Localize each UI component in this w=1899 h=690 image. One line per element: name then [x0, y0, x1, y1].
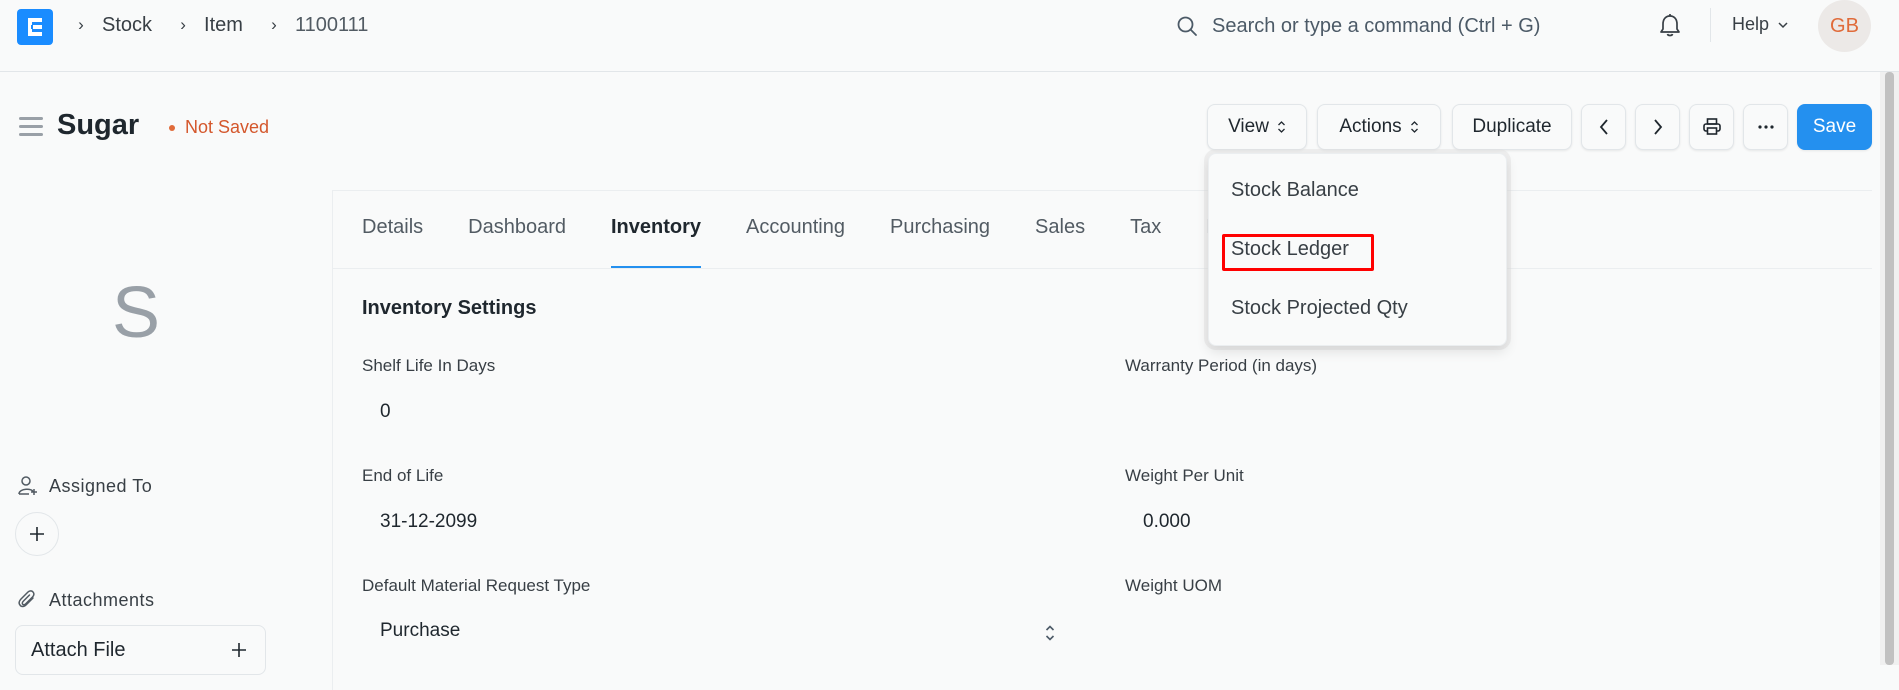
chevron-down-icon [1778, 21, 1788, 28]
attach-file-button[interactable]: Attach File [15, 625, 266, 675]
add-assignee-button[interactable] [15, 512, 59, 556]
print-button[interactable] [1689, 104, 1734, 150]
shelf-life-input[interactable]: 0 [380, 401, 391, 423]
page-scrollbar[interactable] [1880, 72, 1899, 665]
printer-icon [1702, 118, 1721, 135]
shelf-life-label: Shelf Life In Days [362, 356, 496, 375]
previous-button[interactable] [1581, 104, 1626, 150]
breadcrumb-item[interactable]: Item [204, 14, 243, 37]
chevron-right-icon: › [271, 15, 277, 34]
weight-uom-label: Weight UOM [1125, 576, 1222, 595]
breadcrumb-item-code[interactable]: 1100111 [295, 14, 368, 37]
duplicate-button[interactable]: Duplicate [1452, 104, 1572, 150]
search-bar[interactable]: Search or type a command (Ctrl + G) [1176, 12, 1540, 40]
tab-sales[interactable]: Sales [1035, 216, 1085, 239]
end-of-life-label: End of Life [362, 466, 444, 485]
navbar: › Stock › Item › 1100111 Search or type … [0, 0, 1899, 72]
weight-per-unit-input[interactable]: 0.000 [1143, 511, 1191, 533]
breadcrumb: › Stock › Item › 1100111 [72, 12, 390, 38]
material-request-type-label: Default Material Request Type [362, 576, 591, 595]
chevron-left-icon [1599, 119, 1608, 135]
end-of-life-input[interactable]: 31-12-2099 [380, 511, 477, 533]
paperclip-icon [18, 590, 35, 608]
warranty-period-input[interactable] [1143, 401, 1443, 425]
attachments-label: Attachments [49, 589, 155, 610]
status-dot-icon [169, 124, 175, 131]
help-dropdown[interactable]: Help [1732, 14, 1789, 35]
weight-per-unit-label: Weight Per Unit [1125, 466, 1244, 485]
sort-chevrons-icon [1277, 121, 1285, 133]
attach-file-label: Attach File [31, 638, 126, 661]
menu-item-stock-balance[interactable]: Stock Balance [1231, 179, 1359, 202]
sidebar-toggle-icon[interactable] [19, 117, 43, 137]
status-indicator: Not Saved [169, 117, 269, 138]
assigned-to-section: Assigned To [17, 475, 152, 497]
ellipsis-icon [1757, 125, 1774, 129]
highlight-box [1222, 234, 1374, 271]
tabs-divider [332, 268, 1872, 269]
user-avatar[interactable]: GB [1818, 0, 1871, 52]
app-logo[interactable] [17, 9, 53, 45]
help-label: Help [1732, 14, 1770, 34]
actions-button[interactable]: Actions [1317, 104, 1441, 150]
next-button[interactable] [1635, 104, 1680, 150]
tab-accounting[interactable]: Accounting [746, 216, 845, 239]
form-card [332, 190, 1872, 690]
chevron-right-icon: › [78, 15, 84, 34]
actions-label: Actions [1339, 116, 1402, 137]
search-input[interactable]: Search or type a command (Ctrl + G) [1212, 15, 1540, 38]
view-button[interactable]: View [1207, 104, 1307, 150]
weight-uom-input[interactable] [1143, 620, 1443, 644]
more-options-button[interactable] [1743, 104, 1788, 150]
page-title: Sugar [57, 109, 140, 141]
user-add-icon [18, 476, 37, 495]
tab-dashboard[interactable]: Dashboard [468, 216, 566, 239]
status-label: Not Saved [185, 117, 270, 137]
select-chevrons-icon [1045, 625, 1055, 641]
item-image-placeholder[interactable]: S [112, 272, 160, 354]
tab-inventory[interactable]: Inventory [610, 216, 702, 268]
section-title: Inventory Settings [362, 297, 537, 319]
warranty-period-label: Warranty Period (in days) [1125, 356, 1318, 375]
notification-bell-icon[interactable] [1656, 12, 1684, 40]
plus-icon [30, 527, 44, 541]
assigned-to-label: Assigned To [49, 475, 153, 496]
sort-chevrons-icon [1410, 121, 1418, 133]
scrollbar-thumb[interactable] [1885, 72, 1894, 665]
search-icon [1177, 16, 1197, 36]
tab-purchasing[interactable]: Purchasing [890, 216, 990, 239]
attachments-section: Attachments [17, 589, 155, 611]
navbar-divider [1710, 8, 1711, 42]
plus-icon [232, 643, 246, 657]
material-request-type-select[interactable]: Purchase [380, 620, 460, 642]
tab-details[interactable]: Details [362, 216, 423, 239]
menu-item-stock-projected-qty[interactable]: Stock Projected Qty [1231, 297, 1408, 320]
chevron-right-icon [1653, 119, 1662, 135]
chevron-right-icon: › [180, 15, 186, 34]
tab-tax[interactable]: Tax [1130, 216, 1161, 239]
erpnext-logo-icon [28, 18, 42, 36]
save-button[interactable]: Save [1797, 104, 1872, 150]
breadcrumb-stock[interactable]: Stock [102, 14, 152, 37]
view-label: View [1228, 116, 1269, 137]
